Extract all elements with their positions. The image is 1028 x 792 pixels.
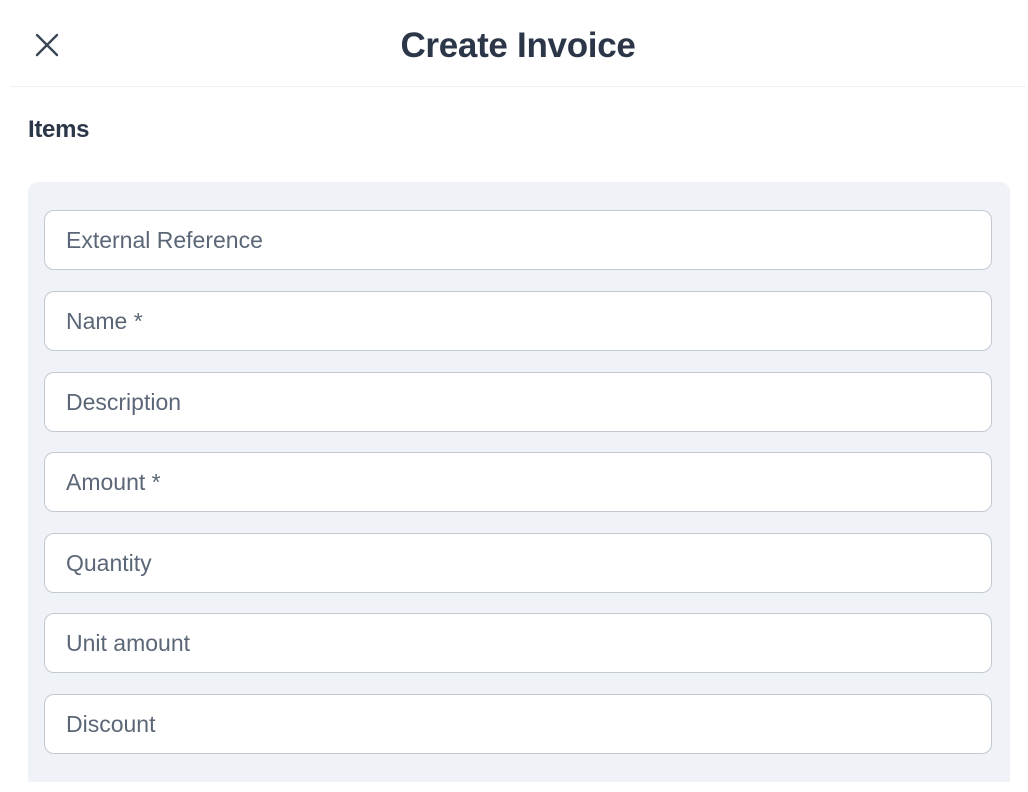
- modal-header: Create Invoice: [10, 0, 1026, 87]
- name-input[interactable]: [45, 292, 991, 350]
- quantity-input[interactable]: [45, 534, 991, 592]
- external-reference-field[interactable]: [44, 210, 992, 270]
- items-section-label: Items: [28, 116, 90, 143]
- external-reference-input[interactable]: [45, 211, 991, 269]
- quantity-field[interactable]: [44, 533, 992, 593]
- amount-field[interactable]: [44, 452, 992, 512]
- page-title: Create Invoice: [400, 26, 636, 65]
- discount-input[interactable]: [45, 695, 991, 753]
- items-panel: [28, 182, 1010, 782]
- discount-field[interactable]: [44, 694, 992, 754]
- description-input[interactable]: [45, 373, 991, 431]
- description-field[interactable]: [44, 372, 992, 432]
- unit-amount-field[interactable]: [44, 613, 992, 673]
- amount-input[interactable]: [45, 453, 991, 511]
- name-field[interactable]: [44, 291, 992, 351]
- unit-amount-input[interactable]: [45, 614, 991, 672]
